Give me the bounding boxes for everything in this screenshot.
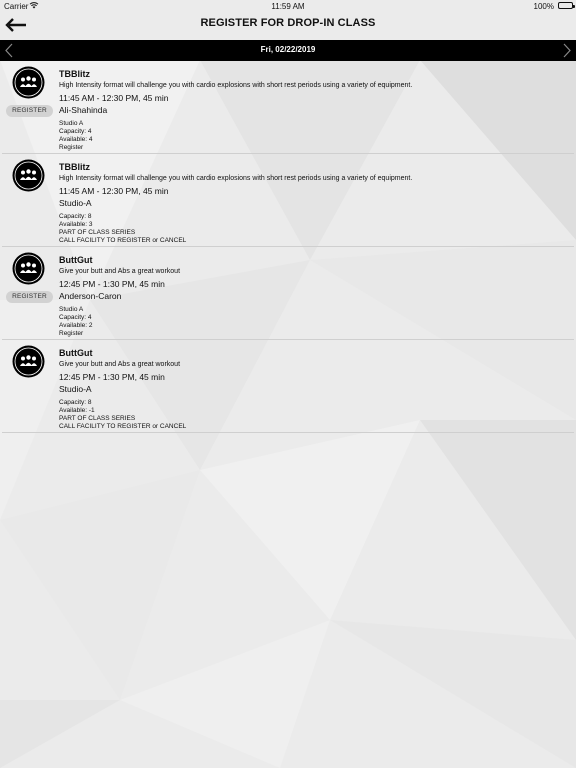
class-details: Studio A Capacity: 4 Available: 4 Regist…	[59, 120, 574, 152]
class-name: TBBlitz	[59, 69, 90, 79]
class-description: Give your butt and Abs a great workout	[59, 268, 181, 275]
date-bar: Fri, 02/22/2019	[0, 40, 576, 61]
class-detail: PART OF CLASS SERIES	[59, 229, 136, 236]
class-detail: Studio A	[59, 120, 84, 127]
class-time: 11:45 AM - 12:30 PM, 45 min	[59, 186, 169, 196]
class-time: 11:45 AM - 12:30 PM, 45 min	[59, 93, 169, 103]
class-instructor: Ali-Shahinda	[59, 105, 108, 115]
class-detail: Register	[59, 330, 84, 337]
class-name: ButtGut	[59, 348, 93, 358]
class-list: REGISTER TBBlitz High Intensity format w…	[0, 61, 576, 433]
class-info: TBBlitz High Intensity format will chall…	[59, 69, 574, 152]
class-location: Studio-A	[59, 198, 92, 208]
class-detail: PART OF CLASS SERIES	[59, 415, 136, 422]
class-details: Capacity: 8 Available: -1 PART OF CLASS …	[59, 399, 574, 431]
class-row[interactable]: ButtGut Give your butt and Abs a great w…	[2, 340, 574, 433]
register-button[interactable]: REGISTER	[6, 105, 53, 117]
register-button[interactable]: REGISTER	[6, 291, 53, 303]
group-class-icon	[12, 252, 45, 285]
group-class-icon	[12, 159, 45, 192]
status-bar: Carrier 11:59 AM 100%	[0, 0, 576, 12]
class-detail: Available: 3	[59, 221, 93, 228]
navigation-bar: REGISTER FOR DROP-IN CLASS	[0, 12, 576, 40]
class-detail: Capacity: 4	[59, 314, 92, 321]
class-row[interactable]: REGISTER TBBlitz High Intensity format w…	[2, 61, 574, 154]
chevron-right-icon[interactable]	[560, 42, 574, 59]
class-detail: Capacity: 8	[59, 213, 92, 220]
class-row[interactable]: REGISTER ButtGut Give your butt and Abs …	[2, 247, 574, 340]
class-info: ButtGut Give your butt and Abs a great w…	[59, 255, 574, 338]
class-details: Capacity: 8 Available: 3 PART OF CLASS S…	[59, 213, 574, 245]
class-detail: Capacity: 8	[59, 399, 92, 406]
class-info: ButtGut Give your butt and Abs a great w…	[59, 348, 574, 431]
class-location: Studio-A	[59, 384, 92, 394]
class-detail: CALL FACILITY TO REGISTER or CANCEL	[59, 423, 187, 430]
class-detail: Register	[59, 144, 84, 151]
class-name: ButtGut	[59, 255, 93, 265]
class-time: 12:45 PM - 1:30 PM, 45 min	[59, 372, 165, 382]
group-class-icon	[12, 66, 45, 99]
group-class-icon	[12, 345, 45, 378]
class-name: TBBlitz	[59, 162, 90, 172]
battery-icon	[558, 2, 575, 9]
class-info: TBBlitz High Intensity format will chall…	[59, 162, 574, 245]
class-row[interactable]: TBBlitz High Intensity format will chall…	[2, 154, 574, 247]
class-description: High Intensity format will challenge you…	[59, 175, 413, 182]
class-detail: Studio A	[59, 306, 84, 313]
status-time: 11:59 AM	[271, 2, 305, 11]
class-description: Give your butt and Abs a great workout	[59, 361, 181, 368]
selected-date: Fri, 02/22/2019	[260, 45, 316, 54]
class-details: Studio A Capacity: 4 Available: 2 Regist…	[59, 306, 574, 338]
class-detail: CALL FACILITY TO REGISTER or CANCEL	[59, 237, 187, 244]
battery-percent: 100%	[533, 2, 554, 11]
class-detail: Capacity: 4	[59, 128, 92, 135]
class-description: High Intensity format will challenge you…	[59, 82, 413, 89]
class-instructor: Anderson-Caron	[59, 291, 122, 301]
class-detail: Available: 4	[59, 136, 93, 143]
class-detail: Available: -1	[59, 407, 95, 414]
class-time: 12:45 PM - 1:30 PM, 45 min	[59, 279, 165, 289]
class-detail: Available: 2	[59, 322, 93, 329]
page-title: REGISTER FOR DROP-IN CLASS	[200, 17, 376, 29]
